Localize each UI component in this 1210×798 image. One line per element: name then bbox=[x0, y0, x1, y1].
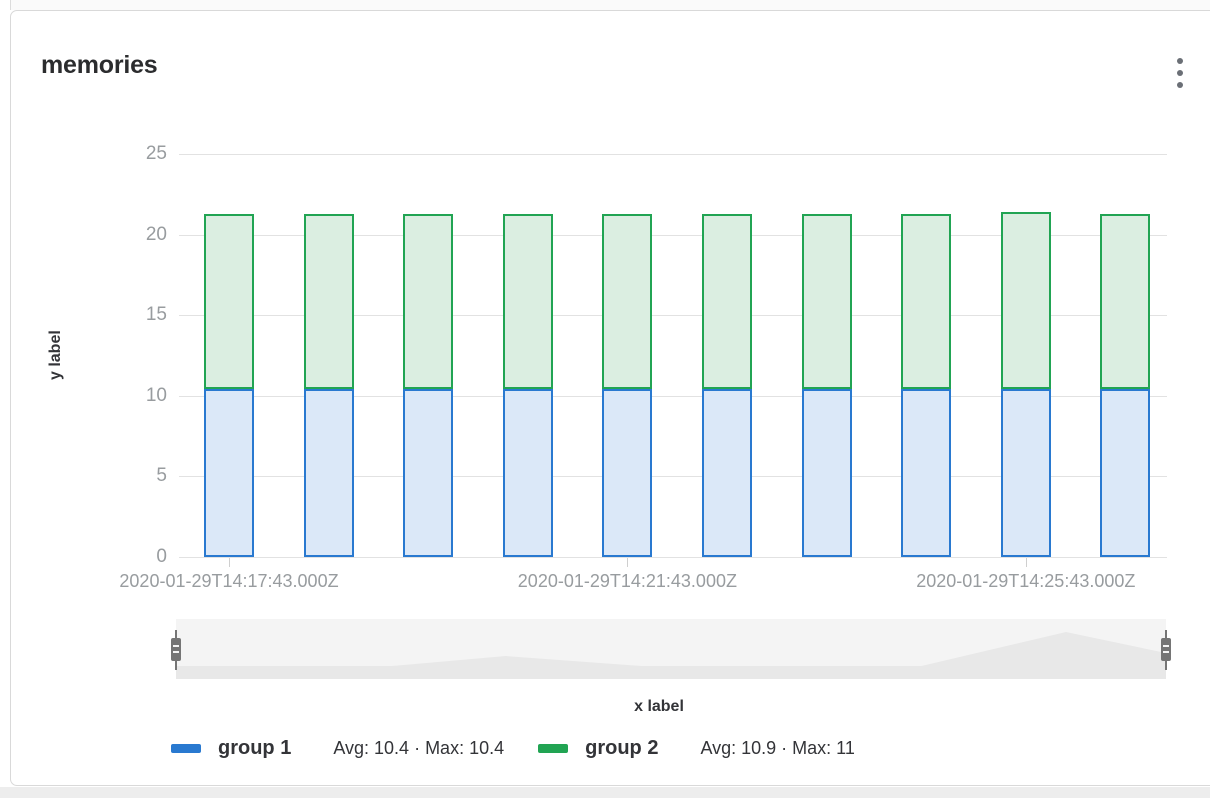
legend-item-group-2[interactable]: group 2 Avg: 10.9 · Max: 11 bbox=[538, 737, 855, 760]
time-brush-minimap[interactable] bbox=[176, 619, 1166, 679]
bar-segment-group-2[interactable] bbox=[204, 214, 254, 390]
brush-preview-wave bbox=[176, 619, 1166, 679]
kebab-dot bbox=[1177, 82, 1183, 88]
legend-series-name: group 2 bbox=[585, 737, 658, 760]
bar-segment-group-2[interactable] bbox=[304, 214, 354, 390]
y-tick-label: 15 bbox=[115, 304, 167, 326]
brush-handle-grip bbox=[1161, 638, 1171, 661]
bar-segment-group-2[interactable] bbox=[802, 214, 852, 390]
y-tick-label: 0 bbox=[115, 546, 167, 568]
panel-options-kebab-icon[interactable] bbox=[1163, 47, 1197, 99]
bar-segment-group-1[interactable] bbox=[802, 389, 852, 557]
panel-title: memories bbox=[41, 51, 158, 80]
bar-segment-group-1[interactable] bbox=[503, 389, 553, 557]
legend-item-group-1[interactable]: group 1 Avg: 10.4 · Max: 10.4 bbox=[171, 737, 504, 760]
bar-segment-group-2[interactable] bbox=[901, 214, 951, 390]
chart-legend: group 1 Avg: 10.4 · Max: 10.4 group 2 Avg: … bbox=[171, 728, 855, 768]
kebab-dot bbox=[1177, 70, 1183, 76]
x-tick-label: 2020-01-29T14:17:43.000Z bbox=[59, 571, 399, 592]
x-tick-label: 2020-01-29T14:25:43.000Z bbox=[856, 571, 1196, 592]
adjacent-panel-edge bbox=[10, 0, 1210, 10]
bar-segment-group-1[interactable] bbox=[403, 389, 453, 557]
legend-swatch bbox=[538, 744, 568, 753]
bar-segment-group-2[interactable] bbox=[702, 214, 752, 390]
dashboard-page: { "panel": { "title": "memories", "kebab… bbox=[0, 0, 1210, 798]
brush-handle-left[interactable] bbox=[170, 630, 182, 670]
y-tick-label: 5 bbox=[115, 465, 167, 487]
bar-segment-group-1[interactable] bbox=[1100, 389, 1150, 557]
x-tick-mark bbox=[1026, 558, 1027, 567]
bar-segment-group-2[interactable] bbox=[503, 214, 553, 390]
gridline bbox=[179, 154, 1167, 155]
page-background-strip bbox=[0, 787, 1210, 798]
bar-segment-group-1[interactable] bbox=[304, 389, 354, 557]
bar-segment-group-1[interactable] bbox=[901, 389, 951, 557]
bar-segment-group-1[interactable] bbox=[1001, 389, 1051, 557]
x-tick-mark bbox=[627, 558, 628, 567]
chart-panel-card: memories y label 05101520252020-01-29T14… bbox=[10, 10, 1210, 786]
legend-swatch bbox=[171, 744, 201, 753]
y-tick-label: 25 bbox=[115, 143, 167, 165]
y-tick-label: 10 bbox=[115, 385, 167, 407]
bar-segment-group-2[interactable] bbox=[602, 214, 652, 390]
brush-handle-grip bbox=[171, 638, 181, 661]
bar-segment-group-1[interactable] bbox=[702, 389, 752, 557]
bar-segment-group-1[interactable] bbox=[204, 389, 254, 557]
bar-segment-group-2[interactable] bbox=[403, 214, 453, 390]
x-axis-title: x label bbox=[179, 698, 1139, 716]
legend-series-stats: Avg: 10.4 · Max: 10.4 bbox=[333, 738, 504, 759]
legend-series-stats: Avg: 10.9 · Max: 11 bbox=[700, 738, 854, 759]
x-tick-label: 2020-01-29T14:21:43.000Z bbox=[457, 571, 797, 592]
bar-segment-group-2[interactable] bbox=[1100, 214, 1150, 390]
brush-handle-right[interactable] bbox=[1160, 630, 1172, 670]
x-tick-mark bbox=[229, 558, 230, 567]
kebab-dot bbox=[1177, 58, 1183, 64]
legend-series-name: group 1 bbox=[218, 737, 291, 760]
y-axis-title: y label bbox=[41, 154, 71, 557]
gridline bbox=[179, 557, 1167, 558]
y-tick-label: 20 bbox=[115, 224, 167, 246]
bar-chart-plot-area[interactable]: 05101520252020-01-29T14:17:43.000Z2020-0… bbox=[179, 154, 1167, 557]
bar-segment-group-1[interactable] bbox=[602, 389, 652, 557]
bar-segment-group-2[interactable] bbox=[1001, 212, 1051, 389]
